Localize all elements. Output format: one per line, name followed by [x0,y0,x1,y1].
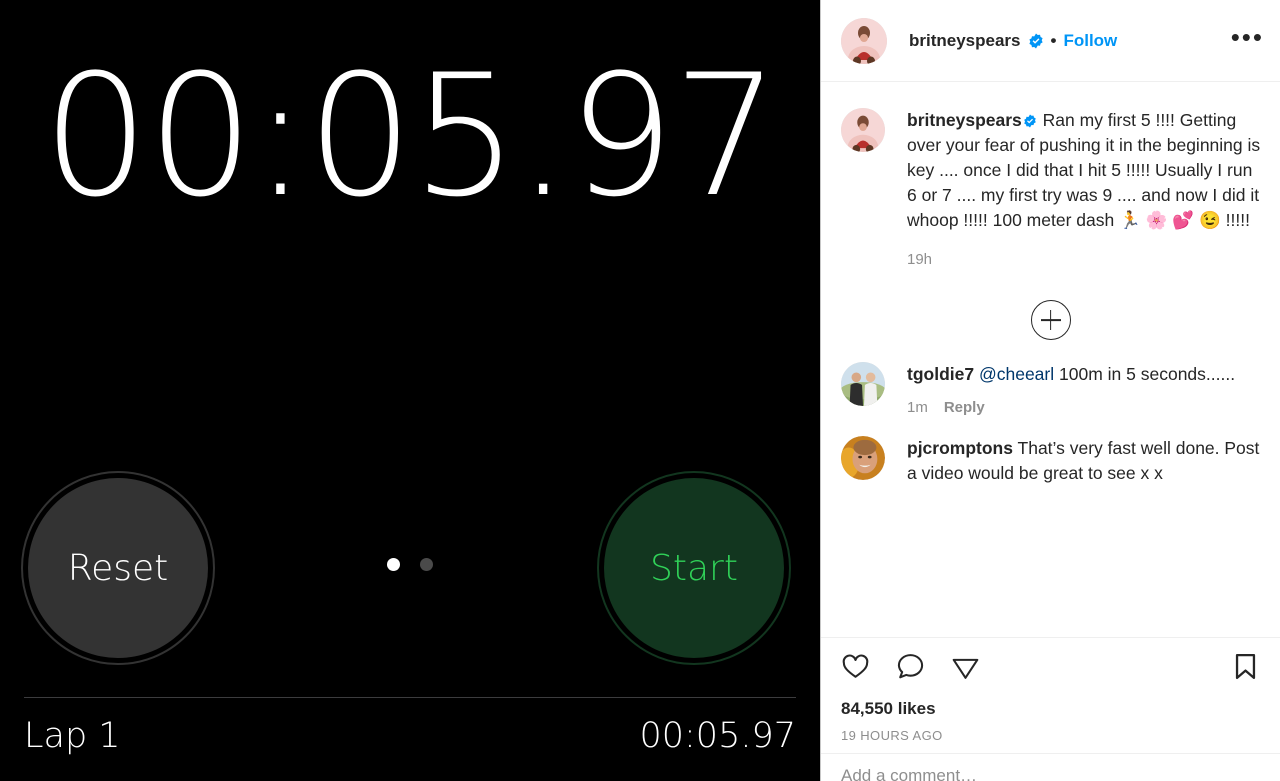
comment-text-line: tgoldie7 @cheearl 100m in 5 seconds.....… [907,362,1262,387]
avatar-caption-britneyspears[interactable] [841,108,885,152]
avatar-pjcromptons[interactable] [841,436,885,480]
comment-body: pjcromptons That’s very fast well done. … [907,436,1262,486]
load-more-comments[interactable] [821,300,1280,340]
post-header: britneyspears • Follow ••• [821,0,1280,82]
caption-text-block: britneyspears Ran my first 5 !!!! Gettin… [907,108,1262,272]
verified-badge-icon [1023,110,1037,128]
lap-divider [24,697,796,698]
comment-username[interactable]: pjcromptons [907,438,1013,458]
instagram-panel: britneyspears • Follow ••• britneyspears… [820,0,1280,781]
comment-reply-button[interactable]: Reply [944,399,985,416]
comment-mention[interactable]: @cheearl [979,364,1054,384]
post-body: britneyspears Ran my first 5 !!!! Gettin… [821,82,1280,637]
add-comment-input[interactable]: Add a comment… [821,753,1280,781]
post-timestamp: 19 HOURS AGO [841,728,943,743]
post-action-bar: 84,550 likes 19 HOURS AGO [821,637,1280,753]
comment-text-line: pjcromptons That’s very fast well done. … [907,436,1262,486]
follow-button[interactable]: Follow [1063,31,1117,51]
comment-time: 1m [907,399,928,416]
screen: 00:05.97 Reset Start Lap 1 00:05.97 brit… [0,0,1280,781]
caption-username[interactable]: britneyspears [907,110,1022,130]
paper-plane-icon[interactable] [951,652,980,686]
more-options-icon[interactable]: ••• [1231,24,1264,50]
avatar-tgoldie7[interactable] [841,362,885,406]
comment-item: tgoldie7 @cheearl 100m in 5 seconds.....… [821,362,1280,416]
reset-button-label: Reset [67,547,169,589]
post-caption: britneyspears Ran my first 5 !!!! Gettin… [821,82,1280,272]
comment-item: pjcromptons That’s very fast well done. … [821,436,1280,486]
avatar-image [841,17,887,64]
heart-icon[interactable] [841,652,870,686]
post-header-username-group: britneyspears • Follow [909,31,1117,51]
stopwatch-panel: 00:05.97 Reset Start Lap 1 00:05.97 [0,0,820,781]
caption-timestamp: 19h [907,251,933,268]
start-button-label: Start [650,547,738,589]
page-dot-active[interactable] [387,558,400,571]
avatar-image [841,436,885,480]
action-icons-row [841,652,1262,686]
comment-text: 100m in 5 seconds...... [1059,364,1236,384]
lap-time: 00:05.97 [639,716,796,756]
bookmark-icon[interactable] [1231,652,1260,686]
verified-badge-icon [1028,33,1044,49]
comment-body: tgoldie7 @cheearl 100m in 5 seconds.....… [907,362,1262,416]
page-dot-inactive[interactable] [420,558,433,571]
avatar-image [841,108,885,152]
post-header-username[interactable]: britneyspears [909,31,1021,51]
lap-label: Lap 1 [24,716,121,756]
avatar-image [841,362,885,406]
plus-circle-icon[interactable] [1030,300,1071,340]
avatar-britneyspears[interactable] [841,17,887,64]
comment-username[interactable]: tgoldie7 [907,364,974,384]
lap-row: Lap 1 00:05.97 [24,716,796,756]
header-separator-dot: • [1050,31,1057,50]
speech-bubble-icon[interactable] [896,652,925,686]
stopwatch-time-display: 00:05.97 [42,38,779,234]
likes-count[interactable]: 84,550 likes [841,699,1262,719]
comment-meta: 1m Reply [907,399,1262,416]
